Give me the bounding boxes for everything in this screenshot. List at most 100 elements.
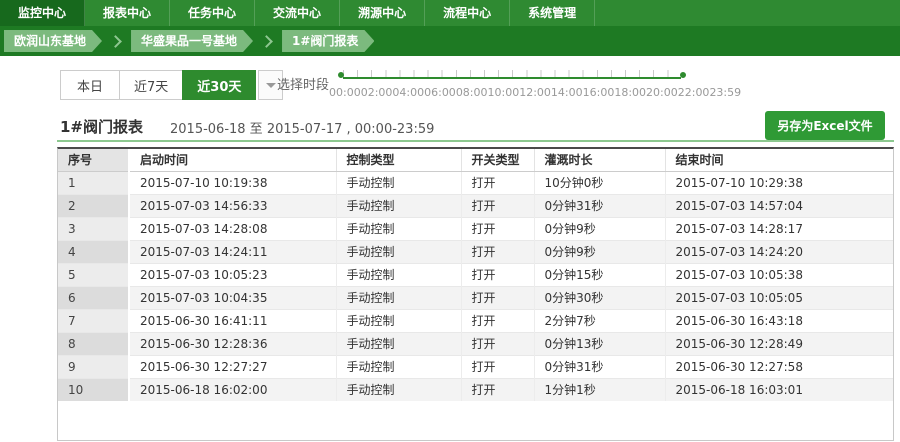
page-title: 1#阀门报表 bbox=[60, 116, 143, 137]
cell-start-time: 2015-06-18 16:02:00 bbox=[129, 378, 336, 401]
cell-index: 6 bbox=[58, 286, 129, 309]
export-excel-button[interactable]: 另存为Excel文件 bbox=[765, 111, 885, 140]
cell-switch-type: 打开 bbox=[461, 194, 534, 217]
nav-item-task-center[interactable]: 任务中心 bbox=[170, 0, 255, 26]
cell-end-time: 2015-06-30 12:27:58 bbox=[665, 355, 893, 378]
chevron-down-icon bbox=[266, 83, 276, 88]
cell-switch-type: 打开 bbox=[461, 309, 534, 332]
table-row: 1 2015-07-10 10:19:38 手动控制 打开 10分钟0秒 201… bbox=[58, 171, 893, 194]
cell-switch-type: 打开 bbox=[461, 263, 534, 286]
table-row: 6 2015-07-03 10:04:35 手动控制 打开 0分钟30秒 201… bbox=[58, 286, 893, 309]
cell-start-time: 2015-06-30 12:27:27 bbox=[129, 355, 336, 378]
cell-duration: 0分钟31秒 bbox=[534, 355, 665, 378]
col-header-switch-type: 开关类型 bbox=[461, 149, 534, 171]
col-header-duration: 灌溉时长 bbox=[534, 149, 665, 171]
nav-item-report-center[interactable]: 报表中心 bbox=[85, 0, 170, 26]
cell-index: 7 bbox=[58, 309, 129, 332]
cell-switch-type: 打开 bbox=[461, 355, 534, 378]
filter-30days-button[interactable]: 近30天 bbox=[182, 70, 256, 100]
cell-end-time: 2015-06-30 12:28:49 bbox=[665, 332, 893, 355]
cell-start-time: 2015-07-10 10:19:38 bbox=[129, 171, 336, 194]
slider-tick-labels: 00:00 02:00 04:00 06:00 08:00 10:00 12:0… bbox=[329, 86, 701, 99]
cell-duration: 0分钟9秒 bbox=[534, 240, 665, 263]
tick-label: 20:00 bbox=[646, 86, 678, 99]
col-header-index: 序号 bbox=[58, 149, 129, 171]
cell-duration: 10分钟0秒 bbox=[534, 171, 665, 194]
nav-item-monitor-center[interactable]: 监控中心 bbox=[0, 0, 85, 26]
tick-label: 12:00 bbox=[519, 86, 551, 99]
slider-tick-marks bbox=[343, 70, 681, 77]
tick-label: 22:00 bbox=[678, 86, 710, 99]
tick-label: 18:00 bbox=[614, 86, 646, 99]
app-window: 监控中心 报表中心 任务中心 交流中心 溯源中心 流程中心 系统管理 欧润山东基… bbox=[0, 0, 900, 442]
chevron-right-icon bbox=[109, 35, 122, 48]
cell-control-type: 手动控制 bbox=[336, 332, 461, 355]
cell-end-time: 2015-07-03 14:57:04 bbox=[665, 194, 893, 217]
cell-end-time: 2015-06-18 16:03:01 bbox=[665, 378, 893, 401]
col-header-control-type: 控制类型 bbox=[336, 149, 461, 171]
cell-control-type: 手动控制 bbox=[336, 309, 461, 332]
table-row: 3 2015-07-03 14:28:08 手动控制 打开 0分钟9秒 2015… bbox=[58, 217, 893, 240]
cell-index: 9 bbox=[58, 355, 129, 378]
cell-index: 4 bbox=[58, 240, 129, 263]
cell-end-time: 2015-07-03 10:05:05 bbox=[665, 286, 893, 309]
tick-label: 16:00 bbox=[583, 86, 615, 99]
cell-index: 2 bbox=[58, 194, 129, 217]
tick-label: 04:00 bbox=[392, 86, 424, 99]
nav-item-exchange-center[interactable]: 交流中心 bbox=[255, 0, 340, 26]
cell-duration: 0分钟13秒 bbox=[534, 332, 665, 355]
cell-end-time: 2015-07-03 10:05:38 bbox=[665, 263, 893, 286]
slider-handle-start[interactable] bbox=[338, 72, 344, 78]
table-row: 2 2015-07-03 14:56:33 手动控制 打开 0分钟31秒 201… bbox=[58, 194, 893, 217]
col-header-end-time: 结束时间 bbox=[665, 149, 893, 171]
cell-index: 5 bbox=[58, 263, 129, 286]
table-row: 9 2015-06-30 12:27:27 手动控制 打开 0分钟31秒 201… bbox=[58, 355, 893, 378]
nav-item-trace-center[interactable]: 溯源中心 bbox=[340, 0, 425, 26]
cell-start-time: 2015-06-30 16:41:11 bbox=[129, 309, 336, 332]
date-filter-group: 本日 近7天 近30天 bbox=[60, 70, 283, 100]
report-date-range: 2015-06-18 至 2015-07-17 , 00:00-23:59 bbox=[170, 118, 434, 137]
cell-switch-type: 打开 bbox=[461, 378, 534, 401]
breadcrumb: 欧润山东基地 华盛果品一号基地 1#阀门报表 bbox=[0, 26, 900, 56]
cell-switch-type: 打开 bbox=[461, 286, 534, 309]
tick-label: 06:00 bbox=[424, 86, 456, 99]
tick-label: 00:00 bbox=[329, 86, 361, 99]
table-row: 8 2015-06-30 12:28:36 手动控制 打开 0分钟13秒 201… bbox=[58, 332, 893, 355]
cell-start-time: 2015-07-03 14:28:08 bbox=[129, 217, 336, 240]
table-row: 7 2015-06-30 16:41:11 手动控制 打开 2分钟7秒 2015… bbox=[58, 309, 893, 332]
cell-end-time: 2015-07-03 14:24:20 bbox=[665, 240, 893, 263]
cell-duration: 1分钟1秒 bbox=[534, 378, 665, 401]
nav-item-system-manage[interactable]: 系统管理 bbox=[510, 0, 595, 26]
slider-track[interactable] bbox=[343, 77, 681, 79]
breadcrumb-item-base[interactable]: 欧润山东基地 bbox=[4, 30, 102, 52]
cell-control-type: 手动控制 bbox=[336, 263, 461, 286]
table-row: 10 2015-06-18 16:02:00 手动控制 打开 1分钟1秒 201… bbox=[58, 378, 893, 401]
cell-duration: 0分钟9秒 bbox=[534, 217, 665, 240]
cell-control-type: 手动控制 bbox=[336, 194, 461, 217]
cell-index: 3 bbox=[58, 217, 129, 240]
cell-switch-type: 打开 bbox=[461, 217, 534, 240]
cell-control-type: 手动控制 bbox=[336, 355, 461, 378]
tick-label: 23:59 bbox=[709, 86, 741, 99]
cell-control-type: 手动控制 bbox=[336, 378, 461, 401]
slider-handle-end[interactable] bbox=[680, 72, 686, 78]
cell-duration: 0分钟15秒 bbox=[534, 263, 665, 286]
nav-item-process-center[interactable]: 流程中心 bbox=[425, 0, 510, 26]
cell-control-type: 手动控制 bbox=[336, 217, 461, 240]
filter-today-button[interactable]: 本日 bbox=[60, 70, 120, 100]
cell-end-time: 2015-07-10 10:29:38 bbox=[665, 171, 893, 194]
tick-label: 10:00 bbox=[488, 86, 520, 99]
breadcrumb-item-orchard[interactable]: 华盛果品一号基地 bbox=[131, 30, 253, 52]
cell-index: 8 bbox=[58, 332, 129, 355]
cell-start-time: 2015-06-30 12:28:36 bbox=[129, 332, 336, 355]
tick-label: 02:00 bbox=[361, 86, 393, 99]
cell-switch-type: 打开 bbox=[461, 332, 534, 355]
cell-index: 1 bbox=[58, 171, 129, 194]
title-divider bbox=[57, 140, 894, 142]
filter-7days-button[interactable]: 近7天 bbox=[119, 70, 183, 100]
table-row: 4 2015-07-03 14:24:11 手动控制 打开 0分钟9秒 2015… bbox=[58, 240, 893, 263]
breadcrumb-item-valve-report[interactable]: 1#阀门报表 bbox=[282, 30, 374, 52]
cell-end-time: 2015-06-30 16:43:18 bbox=[665, 309, 893, 332]
valve-report-table: 序号 启动时间 控制类型 开关类型 灌溉时长 结束时间 1 2015-07-10… bbox=[57, 147, 894, 441]
tick-label: 08:00 bbox=[456, 86, 488, 99]
